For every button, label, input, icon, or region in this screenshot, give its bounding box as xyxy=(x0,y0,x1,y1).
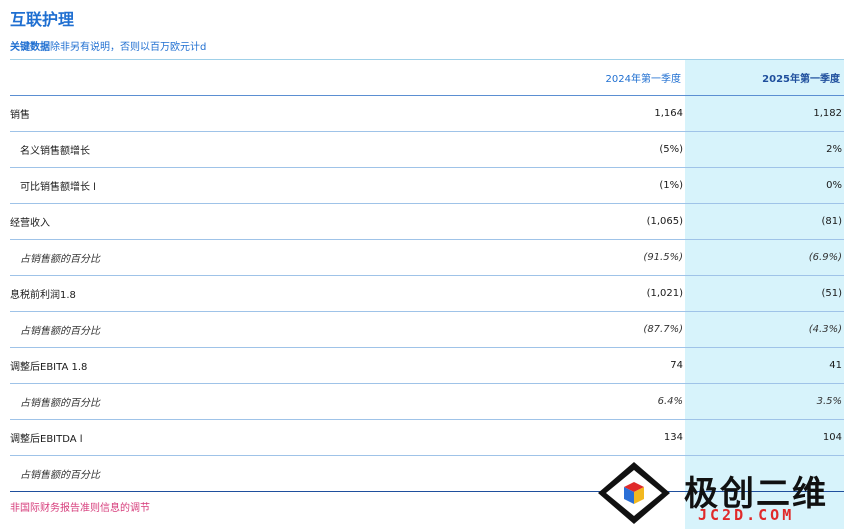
header-2024-q1: 2024年第一季度 xyxy=(605,74,681,85)
value-2025-q1: 1,182 xyxy=(813,108,842,119)
table-row: 调整后EBITA 1.8 74 41 xyxy=(10,348,844,384)
row-label: 经营收入 xyxy=(10,218,50,229)
value-2025-q1: (51) xyxy=(821,288,842,299)
row-label: 销售 xyxy=(10,110,30,121)
value-2024-q1: (1,065) xyxy=(646,216,683,227)
value-2025-q1: (4.3%) xyxy=(808,324,842,335)
value-2025-q1: (6.9%) xyxy=(808,252,842,263)
table-body: 销售 1,164 1,182 名义销售额增长 (5%) 2% 可比销售额增长 l (1%) 0%… xyxy=(10,96,844,492)
footnote-link[interactable]: 非国际财务报告准则信息的调节 xyxy=(10,499,150,514)
row-label: 占销售额的百分比 xyxy=(20,326,100,337)
table-row: 可比销售额增长 l (1%) 0% xyxy=(10,168,844,204)
watermark-url-text: JC2D.COM xyxy=(698,506,795,524)
value-2024-q1: (87.7%) xyxy=(643,324,683,335)
page-title: 互联护理 xyxy=(10,10,75,29)
value-2024-q1: 1,164 xyxy=(654,108,683,119)
table-row: 息税前利润1.8 (1,021) (51) xyxy=(10,276,844,312)
header-label-column xyxy=(10,60,530,96)
value-2024-q1: (91.5%) xyxy=(643,252,683,263)
value-2025-q1: 3.5% xyxy=(816,396,842,407)
row-label: 调整后EBITA 1.8 xyxy=(10,362,88,373)
value-2024-q1: 6.4% xyxy=(657,396,683,407)
header-2025-q1: 2025年第一季度 xyxy=(762,74,840,85)
table-row: 名义销售额增长 (5%) 2% xyxy=(10,132,844,168)
row-label: 占销售额的百分比 xyxy=(20,254,100,265)
value-2024-q1: 134 xyxy=(663,432,683,443)
value-2024-q1: (1,021) xyxy=(646,288,683,299)
value-2024-q1: (5%) xyxy=(659,144,683,155)
value-2024-q1: 74 xyxy=(670,360,683,371)
value-2025-q1: 41 xyxy=(829,360,842,371)
row-label: 名义销售额增长 xyxy=(20,146,90,157)
subtitle-key-data: 关键数据 xyxy=(10,42,50,53)
table-row: 占销售额的百分比 (91.5%) (6.9%) xyxy=(10,240,844,276)
row-label: 调整后EBITDA l xyxy=(10,434,83,445)
row-label: 息税前利润1.8 xyxy=(10,290,76,301)
table-row: 调整后EBITDA l 134 104 xyxy=(10,420,844,456)
table-row: 销售 1,164 1,182 xyxy=(10,96,844,132)
table-row: 占销售额的百分比 (87.7%) (4.3%) xyxy=(10,312,844,348)
table-header-row: 2024年第一季度 2025年第一季度 xyxy=(10,60,844,96)
table-row: 经营收入 (1,065) (81) xyxy=(10,204,844,240)
page-subtitle: 关键数据除非另有说明，否则以百万欧元计d xyxy=(10,38,206,53)
row-label: 占销售额的百分比 xyxy=(20,470,100,481)
key-data-table: 2024年第一季度 2025年第一季度 销售 1,164 1,182 名义销售额增长 (… xyxy=(10,60,844,492)
row-label: 可比销售额增长 l xyxy=(20,182,96,193)
subtitle-unit-note: 除非另有说明，否则以百万欧元计d xyxy=(50,42,207,53)
value-2025-q1: 2% xyxy=(826,144,842,155)
value-2024-q1: (1%) xyxy=(659,180,683,191)
value-2025-q1: 0% xyxy=(826,180,842,191)
table-row: 占销售额的百分比 6.4% 3.5% xyxy=(10,384,844,420)
row-label: 占销售额的百分比 xyxy=(20,398,100,409)
value-2025-q1: (81) xyxy=(821,216,842,227)
value-2025-q1: 104 xyxy=(822,432,842,443)
